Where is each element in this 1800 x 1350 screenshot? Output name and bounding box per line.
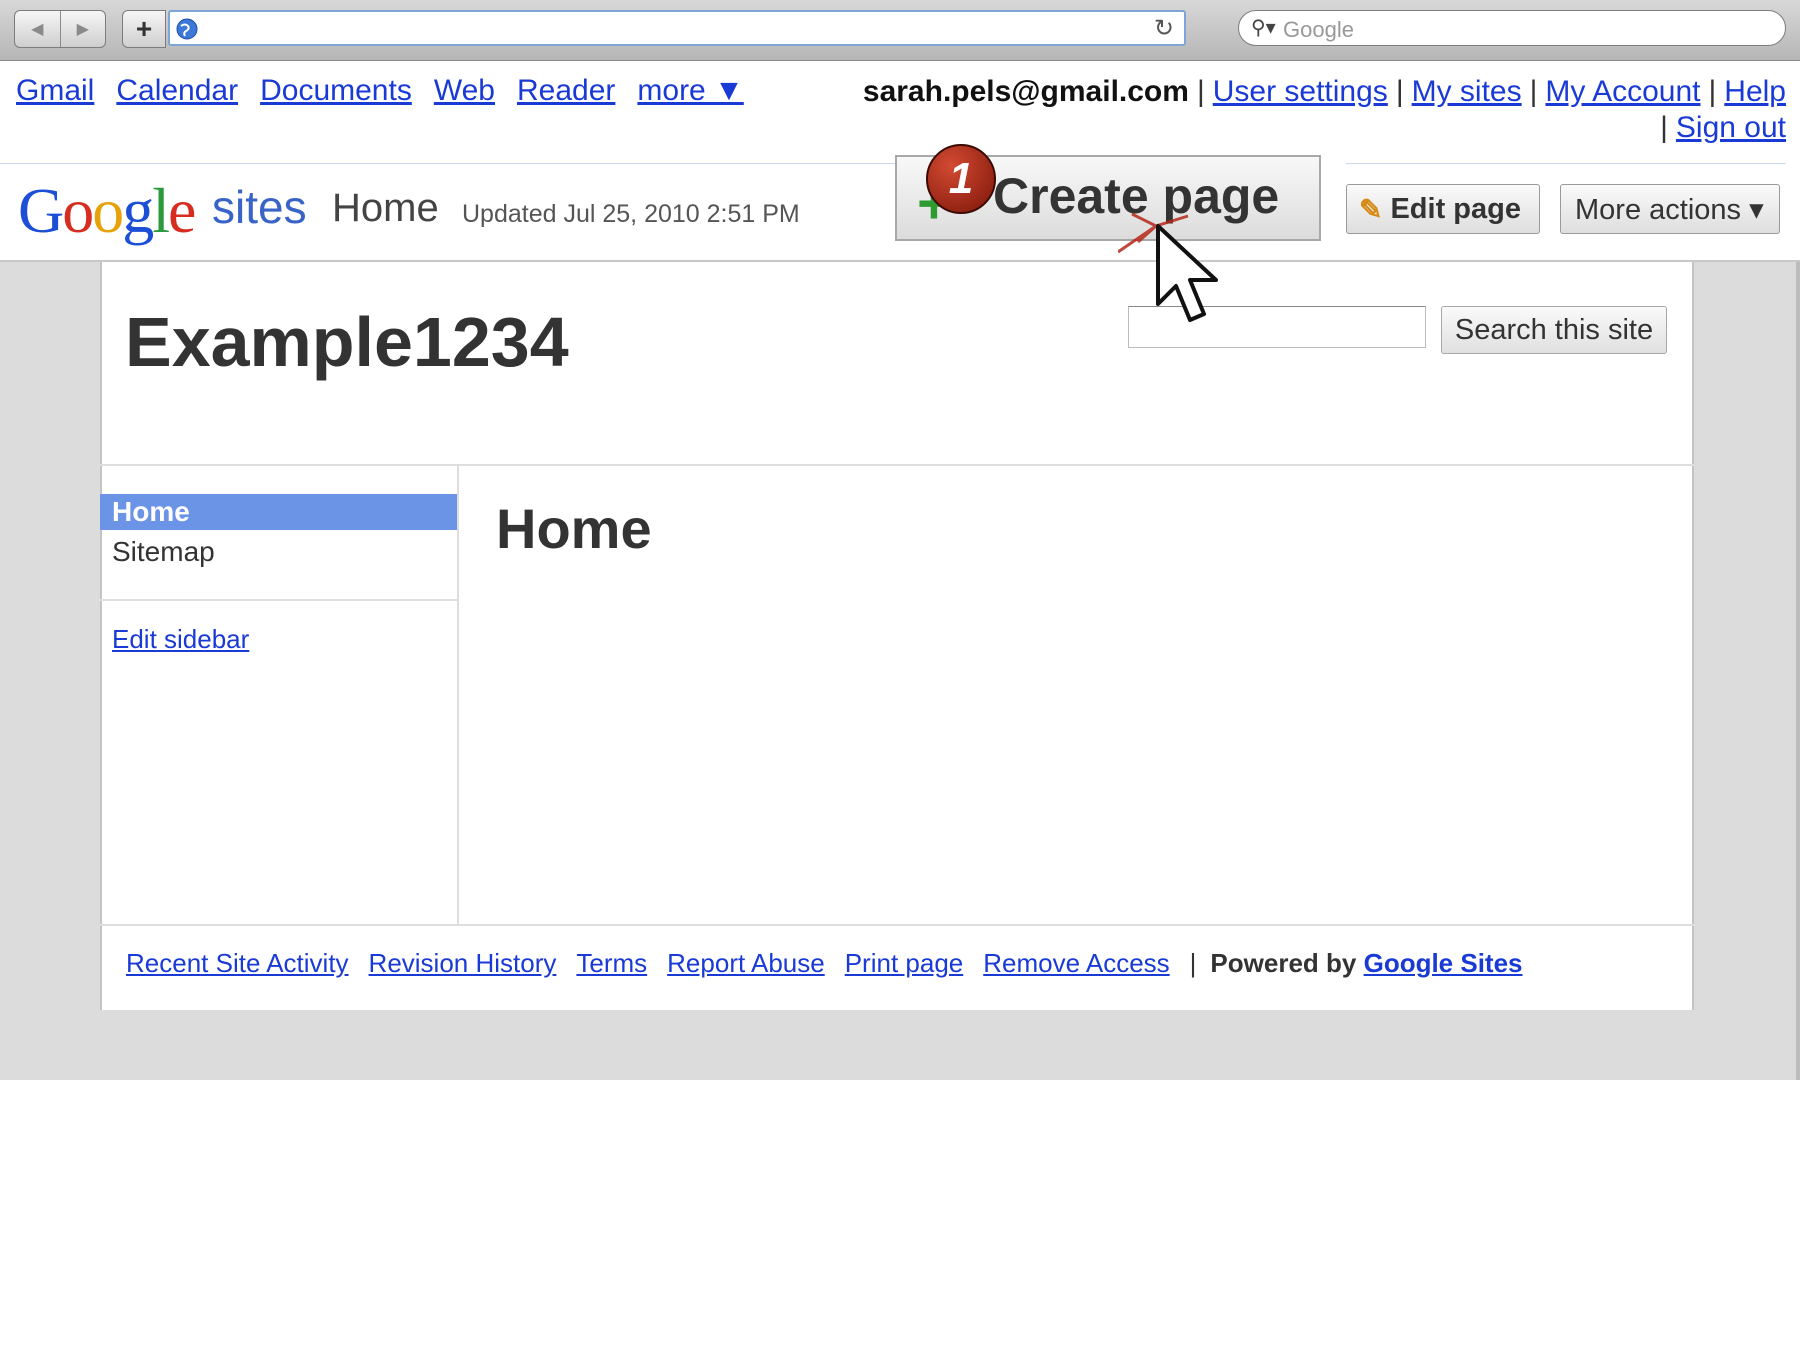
reader-link[interactable]: Reader <box>517 74 615 107</box>
google-logo[interactable]: Google <box>18 174 196 248</box>
pencil-icon: ✎ <box>1359 193 1383 225</box>
documents-link[interactable]: Documents <box>260 74 412 107</box>
edit-sidebar-link[interactable]: Edit sidebar <box>112 624 249 655</box>
report-abuse-link[interactable]: Report Abuse <box>667 948 825 978</box>
cursor-icon <box>1118 212 1218 322</box>
edit-page-button[interactable]: ✎ Edit page <box>1346 184 1540 234</box>
site-footer: Recent Site Activity Revision History Term… <box>126 948 1523 978</box>
account-bar: Gmail Calendar Documents Web Reader more ▼ sa… <box>16 74 1786 154</box>
calendar-link[interactable]: Calendar <box>116 74 238 107</box>
search-this-site-button[interactable]: Search this site <box>1441 306 1667 354</box>
more-link[interactable]: more ▼ <box>637 74 743 107</box>
forward-arrow-icon[interactable]: ▶ <box>61 11 106 47</box>
nav-buttons: ◀ ▶ <box>14 10 106 48</box>
sidebar-section-divider <box>100 599 457 601</box>
plus-icon[interactable]: + <box>122 10 166 48</box>
product-links: Gmail Calendar Documents Web Reader more ▼ <box>16 74 766 108</box>
current-page-name: Home <box>332 186 439 230</box>
recent-site-activity-link[interactable]: Recent Site Activity <box>126 948 349 978</box>
more-actions-label: More actions ▾ <box>1575 193 1764 226</box>
header-divider <box>0 163 895 164</box>
gmail-link[interactable]: Gmail <box>16 74 94 107</box>
site-title[interactable]: Example1234 <box>125 302 569 382</box>
scrollbar[interactable] <box>1796 262 1800 1080</box>
sign-out-link[interactable]: Sign out <box>1676 111 1786 144</box>
url-bar[interactable]: ↻ <box>168 10 1186 46</box>
my-sites-link[interactable]: My sites <box>1412 75 1522 108</box>
search-placeholder: Google <box>1283 17 1354 42</box>
edit-page-label: Edit page <box>1390 192 1521 225</box>
print-page-link[interactable]: Print page <box>845 948 964 978</box>
user-settings-link[interactable]: User settings <box>1213 75 1388 108</box>
footer-divider <box>100 924 1694 926</box>
sidebar-item-home[interactable]: Home <box>100 494 457 530</box>
browser-toolbar: ◀ ▶ + ↻ ⚲▾ Google <box>0 0 1800 61</box>
google-sites-link[interactable]: Google Sites <box>1364 948 1523 978</box>
sites-wordmark: sites <box>212 181 307 233</box>
user-email: sarah.pels@gmail.com <box>862 75 1189 108</box>
help-link[interactable]: Help <box>1724 75 1786 108</box>
reload-icon[interactable]: ↻ <box>1154 14 1174 43</box>
sidebar-item-sitemap[interactable]: Sitemap <box>112 536 215 568</box>
updated-timestamp: Updated Jul 25, 2010 2:51 PM <box>462 200 800 228</box>
magnifier-icon: ⚲▾ <box>1251 17 1276 39</box>
step-badge: 1 <box>926 144 996 214</box>
header-divider <box>1346 163 1786 164</box>
back-arrow-icon[interactable]: ◀ <box>15 11 61 47</box>
web-link[interactable]: Web <box>434 74 495 107</box>
my-account-link[interactable]: My Account <box>1545 75 1700 108</box>
user-links: sarah.pels@gmail.com | User settings | My si… <box>862 75 1786 144</box>
powered-by: Powered by Google Sites <box>1210 948 1523 978</box>
revision-history-link[interactable]: Revision History <box>369 948 557 978</box>
browser-search-field[interactable]: ⚲▾ Google <box>1238 10 1786 46</box>
page-title: Home <box>496 497 652 560</box>
remove-access-link[interactable]: Remove Access <box>983 948 1169 978</box>
terms-link[interactable]: Terms <box>576 948 647 978</box>
divider <box>100 464 1694 466</box>
more-actions-button[interactable]: More actions ▾ <box>1560 184 1780 234</box>
globe-icon <box>176 18 198 40</box>
sidebar-divider <box>457 464 459 926</box>
